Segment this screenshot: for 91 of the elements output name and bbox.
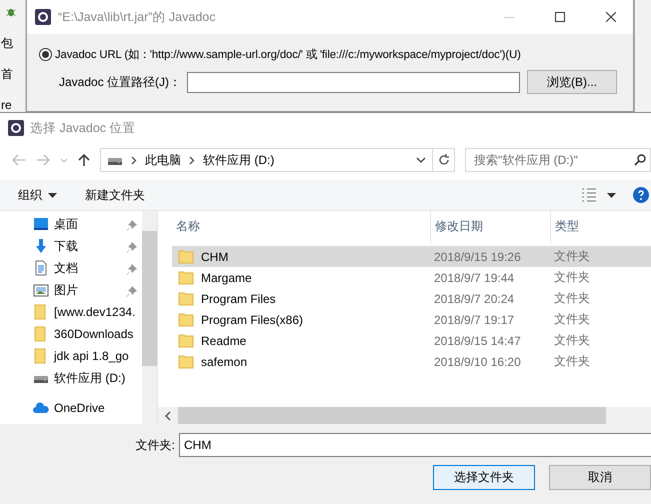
- table-cell-text: 文件夹: [553, 248, 591, 265]
- field-label: Javadoc 位置路径(J)：: [59, 74, 182, 90]
- file-name: Program Files(x86): [201, 312, 304, 326]
- folder-icon: [178, 354, 194, 368]
- file-row[interactable]: safemon 2018/9/10 16:20 文件夹: [172, 351, 651, 372]
- caret-icon: [607, 192, 616, 198]
- picture-icon: [33, 282, 49, 298]
- caret-icon: [48, 192, 57, 198]
- document-icon: [33, 260, 49, 276]
- table-cell-text: 文件夹: [553, 290, 591, 307]
- table-cell-text: 2018/9/7 19:17: [433, 312, 516, 326]
- table-cell-text: 文件夹: [553, 311, 591, 328]
- table-cell-text: 文件夹: [553, 332, 591, 349]
- background-text: 包: [0, 36, 13, 50]
- folder-icon: [178, 312, 194, 326]
- chevron-right-icon: [131, 156, 137, 164]
- folder-field[interactable]: CHM: [179, 433, 651, 457]
- folder-icon: [178, 250, 194, 264]
- file-row[interactable]: CHM 2018/9/15 19:26 文件夹: [172, 246, 651, 267]
- sidebar-item[interactable]: jdk api 1.8_go: [0, 345, 142, 367]
- pin-icon[interactable]: [126, 242, 137, 253]
- sidebar-item[interactable]: 软件应用 (D:): [0, 367, 142, 389]
- desktop-icon: [33, 216, 49, 232]
- pin-icon[interactable]: [126, 286, 137, 297]
- chevron-down-icon[interactable]: [416, 157, 426, 163]
- file-row[interactable]: Program Files(x86) 2018/9/7 19:17 文件夹: [172, 309, 651, 330]
- file-row[interactable]: Margame 2018/9/7 19:44 文件夹: [172, 267, 651, 288]
- search-icon: [634, 154, 646, 166]
- maximize-icon[interactable]: [555, 12, 565, 22]
- file-name: Readme: [201, 334, 246, 348]
- folder-icon: [178, 334, 194, 348]
- app-icon: [35, 9, 51, 25]
- cloud-icon: [33, 400, 49, 416]
- table-cell-text: 2018/9/7 19:44: [433, 270, 516, 284]
- folder-icon: [178, 292, 194, 306]
- download-arrow-icon: [33, 238, 49, 254]
- table-cell-text: 文件夹: [553, 269, 591, 286]
- file-name: Program Files: [201, 292, 276, 306]
- pin-icon[interactable]: [126, 264, 137, 275]
- close-icon[interactable]: [606, 12, 616, 22]
- browse-button[interactable]: 浏览(B)...: [527, 70, 617, 94]
- chevron-right-icon: [189, 156, 195, 164]
- table-cell-text: 2018/9/15 14:47: [433, 334, 522, 348]
- field-label: 文件夹:: [136, 436, 175, 454]
- cancel-button[interactable]: 取消: [549, 465, 651, 490]
- column-header[interactable]: 名称: [172, 211, 430, 243]
- sidebar-item[interactable]: [www.dev1234.: [0, 301, 142, 323]
- search-box[interactable]: 搜索"软件应用 (D:)": [465, 148, 651, 172]
- sidebar-item[interactable]: OneDrive: [0, 397, 142, 419]
- chevron-left-icon[interactable]: [164, 410, 172, 420]
- back-arrow-icon[interactable]: [12, 154, 26, 166]
- new-folder-button[interactable]: 新建文件夹: [85, 186, 145, 204]
- up-arrow-icon[interactable]: [78, 153, 90, 167]
- file-name: safemon: [201, 354, 248, 368]
- view-icon[interactable]: [581, 188, 597, 202]
- sidebar-item[interactable]: 文档: [0, 257, 142, 279]
- table-cell-text: 2018/9/10 16:20: [433, 354, 522, 368]
- app-icon: [8, 120, 24, 136]
- breadcrumb-item[interactable]: 软件应用 (D:): [203, 152, 274, 168]
- help-icon[interactable]: [633, 187, 649, 203]
- sidebar-item[interactable]: 图片: [0, 279, 142, 301]
- breadcrumb-item[interactable]: 此电脑: [145, 152, 181, 168]
- background-text: 首: [0, 67, 13, 81]
- table-cell-text: 2018/9/15 19:26: [433, 250, 522, 264]
- address-bar[interactable]: 此电脑 软件应用 (D:): [100, 148, 433, 172]
- column-header[interactable]: 修改日期: [430, 211, 550, 243]
- table-cell-text: 文件夹: [553, 353, 591, 370]
- radio-button[interactable]: [39, 48, 52, 61]
- background-text: re: [0, 98, 12, 112]
- pin-icon[interactable]: [126, 220, 137, 231]
- file-name: CHM: [201, 250, 228, 264]
- column-header[interactable]: 类型: [550, 211, 651, 243]
- file-name: Margame: [201, 270, 252, 284]
- select-folder-button[interactable]: 选择文件夹: [433, 465, 535, 490]
- scrollbar[interactable]: [142, 211, 158, 424]
- file-row[interactable]: Readme 2018/9/15 14:47 文件夹: [172, 330, 651, 351]
- sidebar-item[interactable]: 下载: [0, 235, 142, 257]
- window-title: “E:\Java\lib\rt.jar”的 Javadoc: [58, 8, 216, 26]
- scrollbar[interactable]: [158, 407, 651, 424]
- radio-label: Javadoc URL (如：'http://www.sample-url.org/doc/' 或 'file:///c:/myworkspace/myproject/doc')(U): [55, 48, 521, 62]
- folder-icon: [178, 270, 194, 284]
- forward-arrow-icon[interactable]: [36, 154, 50, 166]
- file-row[interactable]: Program Files 2018/9/7 20:24 文件夹: [172, 288, 651, 309]
- organize-menu[interactable]: 组织: [18, 186, 57, 204]
- sidebar-item[interactable]: 360Downloads: [0, 323, 142, 345]
- refresh-button[interactable]: [433, 148, 455, 172]
- window-title: 选择 Javadoc 位置: [30, 120, 137, 136]
- refresh-icon: [438, 154, 450, 166]
- table-cell-text: 2018/9/7 20:24: [433, 292, 516, 306]
- path-field[interactable]: [187, 72, 520, 92]
- sidebar-item[interactable]: 桌面: [0, 213, 142, 235]
